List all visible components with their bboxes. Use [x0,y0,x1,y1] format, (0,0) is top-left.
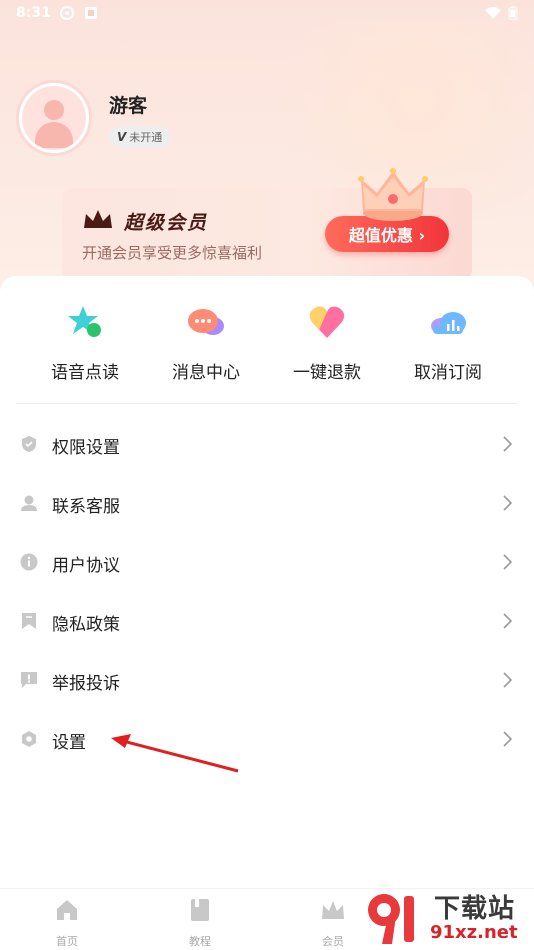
watermark-title: 下载站 [434,894,516,924]
menu-sheet: 语音点读 消息中心 一键退款 取消订阅 权限设置 联系客服 用户协议 隐私政策 … [0,276,534,888]
quick-action-refund[interactable]: 一键退款 [267,302,387,383]
book-icon [191,899,209,921]
crown-icon [322,901,344,919]
battery-icon [508,6,518,20]
tab-tutorials[interactable]: 教程 [160,897,240,949]
chevron-right-icon [503,554,513,570]
bookmark-icon [22,613,36,629]
quick-action-label: 取消订阅 [414,363,482,383]
quick-action-label: 消息中心 [172,363,240,383]
vip-status-text: 未开通 [129,131,163,144]
hexagon-gear-icon [22,731,36,747]
info-icon [20,553,38,571]
vip-status-badge: V 未开通 [109,126,171,148]
vip-title: 超级会员 [124,212,209,234]
menu-item-settings[interactable]: 设置 [0,708,534,767]
menu-item-label: 用户协议 [52,556,120,576]
support-agent-icon [21,495,37,511]
watermark-url: 91xz.net [430,922,518,943]
avatar[interactable] [16,80,92,156]
home-icon [57,900,77,920]
menu-item-label: 隐私政策 [52,615,120,635]
chevron-right-icon [503,672,513,688]
tab-label: 会员 [322,935,344,948]
menu-item-support[interactable]: 联系客服 [0,472,534,531]
crown-decoration-icon [358,168,428,221]
chevron-right-icon [503,731,513,747]
quick-action-label: 语音点读 [51,363,119,383]
site-watermark: 下载站 91xz.net [362,884,534,950]
shield-icon [22,436,36,452]
report-icon [21,672,37,688]
menu-item-label: 设置 [52,733,86,753]
menu-item-label: 举报投诉 [52,674,120,694]
username[interactable]: 游客 [109,91,147,118]
chevron-right-icon [503,436,513,452]
menu-item-report[interactable]: 举报投诉 [0,649,534,708]
status-time: 8:31 [16,5,51,21]
tab-home[interactable]: 首页 [27,897,107,949]
tab-vip[interactable]: 会员 [293,897,373,949]
vpn-icon [60,6,74,20]
quick-action-label: 一键退款 [293,363,361,383]
tab-label: 首页 [56,935,78,948]
vip-letter: V [117,130,127,144]
watermark-logo-icon [368,894,414,944]
annotation-arrow [111,734,239,773]
quick-action-unsubscribe[interactable]: 取消订阅 [388,302,508,383]
tab-label: 教程 [189,935,211,948]
notification-icon [85,7,97,19]
wifi-icon [485,7,501,19]
menu-item-user-agreement[interactable]: 用户协议 [0,531,534,590]
divider [16,403,518,404]
crown-icon [84,210,112,228]
heart-refund-icon [309,306,345,338]
chat-bubble-icon [188,309,224,335]
vip-subtitle: 开通会员享受更多惊喜福利 [82,244,263,262]
cloud-chart-icon [431,312,466,334]
star-voice-icon [68,306,101,337]
default-user-icon [22,86,86,150]
quick-action-messages[interactable]: 消息中心 [146,302,266,383]
chevron-right-icon [503,495,513,511]
menu-item-label: 权限设置 [52,438,120,458]
quick-action-voice[interactable]: 语音点读 [25,302,145,383]
menu-item-label: 联系客服 [52,497,120,517]
menu-item-privacy[interactable]: 隐私政策 [0,590,534,649]
chevron-right-icon [503,613,513,629]
menu-item-permissions[interactable]: 权限设置 [0,413,534,472]
